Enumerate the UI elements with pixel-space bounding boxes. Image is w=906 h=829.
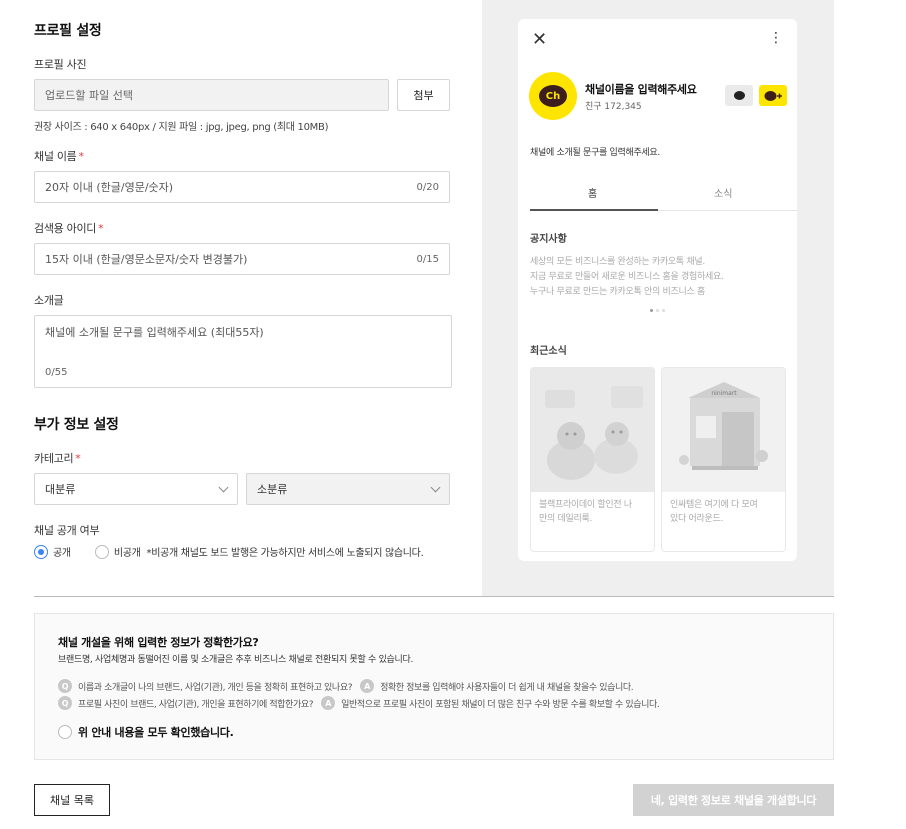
- notice-line: 지금 무료로 만들어 새로운 비즈니스 홈을 경험하세요.: [530, 272, 724, 282]
- profile-section-title: 프로필 설정: [34, 23, 102, 39]
- intro-textarea[interactable]: 채널에 소개될 문구를 입력해주세요 (최대55자) 0/55: [34, 315, 452, 388]
- answer-badge: A: [321, 696, 336, 710]
- confirm-checkbox-row[interactable]: 위 안내 내용을 모두 확인했습니다.: [58, 724, 234, 740]
- private-radio[interactable]: [94, 544, 109, 559]
- channel-list-button[interactable]: 채널 목록: [34, 784, 110, 816]
- shop-sign-text: ninimart: [711, 390, 737, 397]
- chat-bubble-icon: [733, 91, 745, 100]
- confirm-subtitle: 브랜드명, 사업체명과 동떨어진 이름 및 소개글은 추후 비즈니스 채널로 전…: [58, 655, 414, 665]
- confirm-checkbox[interactable]: [58, 725, 72, 739]
- channel-logo: Ch: [529, 72, 577, 120]
- create-channel-page: 프로필 설정 프로필 사진 업로드할 파일 선택 첨부 권장 사이즈 : 640…: [0, 0, 906, 829]
- search-id-label: 검색용 아이디 *: [34, 222, 104, 235]
- confirm-checkbox-label[interactable]: 위 안내 내용을 모두 확인했습니다.: [78, 724, 234, 740]
- intro-counter: 0/55: [45, 367, 68, 378]
- characters-illustration: [531, 368, 654, 492]
- tab-news[interactable]: 소식: [714, 185, 732, 200]
- notice-line: 누구나 무료로 만드는 카카오톡 안의 비즈니스 홈: [530, 287, 705, 297]
- answer-badge: A: [360, 679, 375, 693]
- answer-text: 일반적으로 프로필 사진이 포함된 채널이 더 많은 친구 수와 방문 수를 확…: [341, 699, 660, 710]
- news-card-text: 인싸템은 여기에 다 모여 있다 어라운드.: [670, 500, 758, 524]
- channel-name-label: 채널 이름 *: [34, 150, 84, 163]
- news-card[interactable]: ninimart 인싸템은 여기에 다 모여 있다 어라운드.: [661, 367, 786, 552]
- preview-intro: 채널에 소개될 문구를 입력해주세요.: [530, 148, 660, 158]
- public-option-label[interactable]: 공개: [53, 544, 71, 559]
- profile-photo-placeholder: 업로드할 파일 선택: [45, 89, 133, 102]
- close-icon[interactable]: ✕: [532, 31, 547, 49]
- qa-row: Q 프로필 사진이 브랜드, 사업(기관), 개인을 표현하기에 적합한가요? …: [58, 696, 660, 710]
- more-icon[interactable]: ⋮: [769, 31, 783, 45]
- extra-section-title: 부가 정보 설정: [34, 417, 119, 433]
- carousel-dot: [662, 309, 665, 312]
- chevron-down-icon: [218, 482, 229, 492]
- question-text: 이름과 소개글이 나의 브랜드, 사업(기관), 개인 등을 정확히 표현하고 …: [78, 682, 353, 693]
- category-minor-value: 소분류: [257, 483, 288, 496]
- add-channel-icon: [764, 90, 782, 101]
- news-card-image: [531, 368, 654, 492]
- question-text: 프로필 사진이 브랜드, 사업(기관), 개인을 표현하기에 적합한가요?: [78, 699, 314, 710]
- category-major-select[interactable]: 대분류: [34, 473, 238, 505]
- channel-name-placeholder: 20자 이내 (한글/영문/숫자): [45, 181, 174, 194]
- carousel-dot: [650, 309, 653, 312]
- confirm-title: 채널 개설을 위해 입력한 정보가 정확한가요?: [58, 636, 259, 649]
- category-major-value: 대분류: [45, 483, 76, 496]
- chevron-down-icon: [430, 482, 441, 492]
- notice-line: 세상의 모든 비즈니스를 완성하는 카카오톡 채널.: [530, 257, 705, 267]
- question-badge: Q: [58, 696, 72, 710]
- carousel-dot: [656, 309, 659, 312]
- news-card-image: ninimart: [662, 368, 785, 492]
- channel-logo-text: Ch: [539, 85, 567, 107]
- preview-friends-count: 친구 172,345: [585, 102, 642, 112]
- search-id-placeholder: 15자 이내 (한글/영문소문자/숫자 변경불가): [45, 253, 248, 266]
- qa-row: Q 이름과 소개글이 나의 브랜드, 사업(기관), 개인 등을 정확히 표현하…: [58, 679, 634, 693]
- storefront-illustration: ninimart: [662, 368, 785, 492]
- preview-tabs: 홈 소식: [530, 179, 797, 211]
- intro-label: 소개글: [34, 294, 64, 307]
- recent-news-title: 최근소식: [530, 346, 567, 357]
- category-label: 카테고리 *: [34, 452, 81, 465]
- notice-title: 공지사항: [530, 234, 567, 245]
- create-channel-button[interactable]: 네, 입력한 정보로 채널을 개설합니다: [633, 784, 834, 816]
- news-card-text: 블랙프라이데이 할인전 나 만의 데일리룩.: [539, 500, 632, 524]
- channel-name-counter: 0/20: [416, 181, 439, 193]
- search-id-counter: 0/15: [416, 253, 439, 265]
- channel-name-input[interactable]: 20자 이내 (한글/영문/숫자) 0/20: [34, 171, 450, 203]
- confirm-box: 채널 개설을 위해 입력한 정보가 정확한가요? 브랜드명, 사업체명과 동떨어…: [34, 613, 834, 760]
- profile-photo-file-field[interactable]: 업로드할 파일 선택: [34, 79, 389, 111]
- public-radio[interactable]: [34, 544, 48, 559]
- search-id-input[interactable]: 15자 이내 (한글/영문소문자/숫자 변경불가) 0/15: [34, 243, 450, 275]
- channel-preview-phone: ✕ ⋮ Ch 채널이름을 입력해주세요 친구 172,345 채널에 소개될 문…: [518, 19, 797, 561]
- visibility-label: 채널 공개 여부: [34, 524, 100, 537]
- required-mark: *: [75, 452, 81, 465]
- add-channel-button[interactable]: [759, 85, 787, 106]
- preview-channel-name: 채널이름을 입력해주세요: [585, 83, 697, 96]
- section-divider: [34, 596, 834, 597]
- carousel-dots: [650, 309, 665, 312]
- intro-placeholder: 채널에 소개될 문구를 입력해주세요 (최대55자): [45, 326, 264, 339]
- notice-text: 세상의 모든 비즈니스를 완성하는 카카오톡 채널. 지금 무료로 만들어 새로…: [530, 255, 724, 300]
- private-note: *비공개 채널도 보드 발행은 가능하지만 서비스에 노출되지 않습니다.: [146, 548, 424, 559]
- required-mark: *: [98, 222, 104, 235]
- private-option-label[interactable]: 비공개: [114, 544, 141, 559]
- chat-button[interactable]: [725, 85, 753, 106]
- question-badge: Q: [58, 679, 72, 693]
- tab-home[interactable]: 홈: [588, 185, 597, 200]
- category-minor-select[interactable]: 소분류: [246, 473, 450, 505]
- required-mark: *: [78, 150, 84, 163]
- active-tab-indicator: [530, 209, 658, 211]
- answer-text: 정확한 정보를 입력해야 사용자들이 더 쉽게 내 채널을 찾을수 있습니다.: [380, 682, 634, 693]
- photo-hint: 권장 사이즈 : 640 x 640px / 지원 파일 : jpg, jpeg…: [34, 122, 329, 133]
- visibility-options: 공개 비공개 *비공개 채널도 보드 발행은 가능하지만 서비스에 노출되지 않…: [34, 544, 424, 559]
- news-card[interactable]: 블랙프라이데이 할인전 나 만의 데일리룩.: [530, 367, 655, 552]
- attach-button[interactable]: 첨부: [397, 79, 450, 111]
- profile-photo-label: 프로필 사진: [34, 58, 87, 71]
